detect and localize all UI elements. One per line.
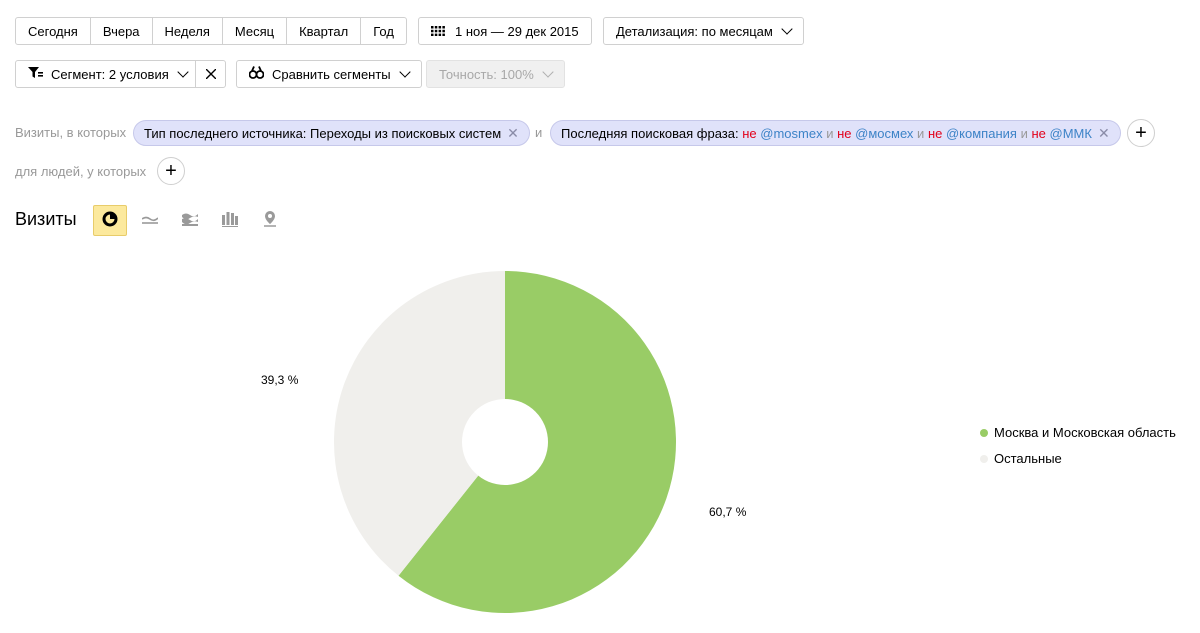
negation-label: не	[742, 125, 757, 141]
area-chart-icon	[182, 212, 198, 229]
pie-slice-others[interactable]	[334, 271, 505, 576]
period-selector: Сегодня Вчера Неделя Месяц Квартал Год	[15, 17, 407, 45]
period-year-button[interactable]: Год	[361, 18, 406, 44]
remove-filter-icon[interactable]: ✕	[507, 125, 519, 142]
phrase-value: @ММК	[1049, 125, 1092, 141]
legend-item-others[interactable]: Остальные	[980, 451, 1062, 466]
phrase-value: @мосмех	[855, 125, 914, 141]
period-quarter-button[interactable]: Квартал	[287, 18, 362, 44]
view-map-button[interactable]	[253, 205, 287, 236]
remove-filter-icon[interactable]: ✕	[1098, 125, 1110, 142]
compare-label: Сравнить сегменты	[272, 66, 391, 82]
precision-dropdown[interactable]: Точность: 100%	[426, 60, 565, 88]
joiner-label: и	[917, 125, 925, 141]
negation-label: не	[927, 125, 943, 141]
calendar-icon	[431, 24, 445, 39]
chevron-down-icon	[398, 66, 411, 78]
pie-chart-icon	[102, 211, 118, 230]
pie-slice-moscow[interactable]	[398, 271, 677, 613]
pie-hole	[462, 399, 548, 485]
detail-label: Детализация: по месяцам	[616, 23, 773, 39]
period-yesterday-button[interactable]: Вчера	[91, 18, 153, 44]
phrase-value: @mosmex	[760, 125, 823, 141]
line-chart-icon	[141, 213, 159, 228]
slice-label-others: 39,3 %	[261, 373, 299, 387]
view-pie-button[interactable]	[93, 205, 127, 236]
view-area-button[interactable]	[173, 205, 207, 236]
legend-marker	[980, 428, 988, 437]
legend-label: Остальные	[994, 451, 1062, 466]
filter-pill-phrase-prefix: Последняя поисковая фраза:	[561, 125, 739, 141]
legend-label: Москва и Московская область	[994, 425, 1176, 440]
negation-label: не	[837, 125, 852, 141]
precision-label: Точность: 100%	[439, 66, 534, 82]
legend-marker	[980, 454, 988, 463]
date-range-button[interactable]: 1 ноя — 29 дек 2015	[418, 17, 592, 45]
filter-pill-phrase[interactable]: Последняя поисковая фраза: не @mosmex и …	[550, 120, 1121, 146]
compare-segments-dropdown[interactable]: Сравнить сегменты	[236, 60, 422, 88]
chevron-down-icon	[177, 66, 189, 78]
detail-dropdown[interactable]: Детализация: по месяцам	[603, 17, 804, 45]
segment-label: Сегмент: 2 условия	[51, 66, 169, 82]
and-label: и	[535, 125, 543, 140]
plus-icon: +	[165, 160, 177, 182]
legend-item-moscow[interactable]: Москва и Московская область	[980, 425, 1176, 440]
chevron-down-icon	[542, 66, 554, 78]
pie-chart	[334, 271, 677, 613]
date-range-label: 1 ноя — 29 дек 2015	[455, 23, 579, 39]
segment-clear-button[interactable]	[195, 60, 226, 88]
period-today-button[interactable]: Сегодня	[16, 18, 91, 44]
view-line-button[interactable]	[133, 205, 167, 236]
section-title: Визиты	[15, 209, 77, 229]
visits-condition-label: Визиты, в которых	[15, 125, 127, 140]
joiner-label: и	[1020, 125, 1028, 141]
segment-dropdown[interactable]: Сегмент: 2 условия	[15, 60, 198, 88]
slice-label-moscow: 60,7 %	[709, 505, 747, 519]
filter-pill-source-label: Тип последнего источника: Переходы из по…	[144, 125, 502, 141]
view-bar-button[interactable]	[213, 205, 247, 236]
close-icon	[205, 67, 216, 82]
chevron-down-icon	[781, 23, 793, 35]
period-week-button[interactable]: Неделя	[153, 18, 223, 44]
plus-icon: +	[1135, 122, 1147, 144]
phrase-value: @компания	[945, 125, 1017, 141]
bar-chart-icon	[222, 211, 238, 230]
people-condition-label: для людей, у которых	[15, 164, 147, 179]
negation-label: не	[1031, 125, 1046, 141]
filter-icon	[28, 66, 43, 82]
period-month-button[interactable]: Месяц	[223, 18, 288, 44]
map-icon	[263, 211, 277, 230]
compare-icon	[248, 66, 265, 82]
joiner-label: и	[826, 125, 834, 141]
filter-pill-source[interactable]: Тип последнего источника: Переходы из по…	[133, 120, 530, 146]
add-people-condition-button[interactable]: +	[157, 157, 185, 185]
add-visit-condition-button[interactable]: +	[1127, 119, 1155, 147]
